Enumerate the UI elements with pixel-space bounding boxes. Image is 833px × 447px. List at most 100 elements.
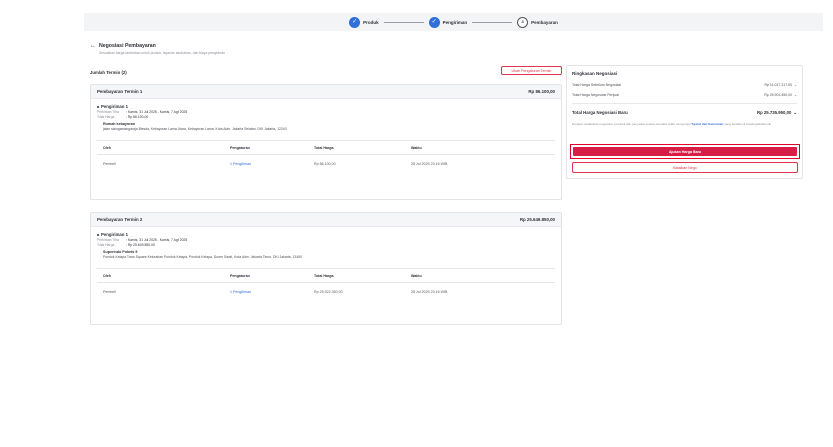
check-icon: ✓: [349, 16, 361, 28]
summary-label: Total Harga Negosiasi Penjual: [572, 93, 619, 97]
term-count: Jumlah Termin (2): [90, 70, 127, 75]
cell-time: 28 Jul 2025 23:16 WIB: [411, 162, 448, 166]
shipment-title-text: Pengiriman 1: [101, 104, 128, 109]
change-term-settings-button[interactable]: Ubah Pengaturan Termin: [501, 66, 562, 75]
chevron-down-icon[interactable]: ⌄: [793, 110, 797, 115]
col-by: Oleh: [103, 145, 111, 150]
cell-by: Pembeli: [103, 290, 116, 294]
total-label: Total Harga: [97, 243, 115, 247]
step-connector: [472, 21, 513, 23]
summary-value-text: Rp 25.901.450,00: [764, 93, 793, 97]
col-time: Waktu: [411, 145, 422, 150]
negotiation-table: Oleh Pengaturan Total Harga Waktu Pembel…: [97, 268, 555, 301]
term-card-1: Pembayaran Termin 1 Rp 86.100,00 Pengiri…: [90, 84, 562, 200]
arrow-left-icon[interactable]: ←: [90, 43, 96, 49]
step-label: Produk: [363, 19, 379, 25]
total-value: : Rp 86.100,00: [126, 115, 149, 119]
summary-total-label: Total Harga Negosiasi Baru: [572, 110, 628, 115]
table-header: Oleh Pengaturan Total Harga Waktu: [97, 141, 555, 155]
step-label: Pengiriman: [442, 19, 468, 25]
summary-total-value[interactable]: Rp 25.735.950,00 ⌄: [757, 110, 797, 116]
address-block: Superindo Pokets 9 Pondok Kelapa Town Sq…: [103, 250, 555, 259]
checkout-stepper: ✓ Produk ✓ Pengiriman 3 Pembayaran: [84, 13, 823, 31]
address-line: jalan sisingamangaraja Blesda, Kebayoran…: [103, 127, 287, 131]
summary-row-before: Total Harga Sebelum Negosiasi Rp 11.017.…: [572, 83, 797, 87]
terms-link[interactable]: Syarat dan Ketentuan: [692, 122, 724, 126]
eta-value: : Kamis, 31 Jul 2025 - Kamis, 7 Agt 2025: [126, 238, 188, 242]
summary-row-seller: Total Harga Negosiasi Penjual Rp 25.901.…: [572, 93, 797, 97]
address-block: Rumah kebayoran jalan sisingamangaraja B…: [103, 122, 555, 131]
submit-new-price-button[interactable]: Ajukan Harga Baru: [573, 147, 797, 156]
divider: [572, 103, 797, 104]
check-icon: ✓: [428, 16, 440, 28]
chevron-down-icon[interactable]: ⌄: [794, 83, 797, 87]
shipment-title: Pengiriman 1: [97, 232, 555, 237]
eta-row: Perkiraan Tiba : Kamis, 31 Jul 2025 - Kam…: [97, 238, 555, 242]
page-title: ← Negosiasi Pembayaran: [90, 43, 225, 49]
step-pembayaran[interactable]: 3 Pembayaran: [517, 16, 558, 28]
terms-note: Dengan melakukan negosiasi, pembeli dan …: [572, 122, 797, 126]
cancel-nego-button[interactable]: Batalkan Nego: [572, 162, 798, 173]
step-connector: [383, 21, 424, 23]
summary-value-text: Rp 11.017.217,00: [764, 83, 793, 87]
submit-highlight: Ajukan Harga Baru: [570, 144, 800, 159]
step-number: 3: [517, 16, 529, 28]
total-value: : Rp 25.649.850,00: [126, 243, 155, 247]
address-line: Pondok Kelapa Town Square Kelurahan Pond…: [103, 255, 302, 259]
term-card-header: Pembayaran Termin 1 Rp 86.100,00: [91, 85, 561, 99]
col-total: Total Harga: [314, 145, 334, 150]
note-text: yang berlaku di Katalog Elektronik: [723, 122, 771, 126]
summary-value[interactable]: Rp 11.017.217,00 ⌄: [764, 83, 797, 87]
chevron-down-icon[interactable]: ⌄: [794, 93, 797, 97]
col-setting: Pengaturan: [230, 273, 250, 278]
col-setting: Pengaturan: [230, 145, 250, 150]
eta-label: Perkiraan Tiba: [97, 110, 119, 114]
shipment-link[interactable]: 1 Pengiriman: [230, 290, 314, 294]
total-row: Total Harga : Rp 86.100,00: [97, 115, 555, 119]
shipment-link[interactable]: 1 Pengiriman: [230, 162, 314, 166]
bullet-icon: [97, 233, 99, 236]
summary-label: Total Harga Sebelum Negosiasi: [572, 83, 622, 87]
col-by: Oleh: [103, 273, 111, 278]
step-pengiriman[interactable]: ✓ Pengiriman: [428, 16, 468, 28]
summary-value[interactable]: Rp 25.901.450,00 ⌄: [764, 93, 797, 97]
step-produk[interactable]: ✓ Produk: [349, 16, 379, 28]
table-row: Pembeli 1 Pengiriman Rp 86.100,00 28 Jul…: [97, 155, 555, 173]
table-row: Pembeli 1 Pengiriman Rp 25.522.350,00 28…: [97, 283, 555, 301]
negotiation-summary: Ringkasan Negosiasi Total Harga Sebelum …: [566, 65, 803, 179]
address-name: Rumah kebayoran: [103, 122, 135, 126]
address-name: Superindo Pokets 9: [103, 250, 138, 254]
page-header: ← Negosiasi Pembayaran Sesuaikan harga t…: [90, 43, 225, 55]
eta-value: : Kamis, 31 Jul 2025 - Kamis, 7 Agt 2025: [126, 110, 188, 114]
step-label: Pembayaran: [531, 19, 558, 25]
term-title: Pembayaran Termin 1: [97, 89, 143, 94]
shipment-title-text: Pengiriman 1: [101, 232, 128, 237]
term-amount: Rp 86.100,00: [528, 89, 555, 94]
summary-total-text: Rp 25.735.950,00: [756, 110, 792, 115]
term-title: Pembayaran Termin 2: [97, 217, 143, 222]
cell-time: 28 Jul 2025 23:16 WIB: [411, 290, 448, 294]
eta-label: Perkiraan Tiba: [97, 238, 119, 242]
note-text: Dengan melakukan negosiasi, pembeli dan …: [572, 122, 692, 126]
negotiation-table: Oleh Pengaturan Total Harga Waktu Pembel…: [97, 140, 555, 173]
term-card-2: Pembayaran Termin 2 Rp 25.649.850,00 Pen…: [90, 212, 562, 325]
term-card-header: Pembayaran Termin 2 Rp 25.649.850,00: [91, 213, 561, 227]
term-amount: Rp 25.649.850,00: [519, 217, 555, 222]
bullet-icon: [97, 105, 99, 108]
cell-total: Rp 86.100,00: [314, 162, 336, 166]
total-row: Total Harga : Rp 25.649.850,00: [97, 243, 555, 247]
summary-row-new-total: Total Harga Negosiasi Baru Rp 25.735.950…: [572, 110, 797, 116]
shipment-block: Pengiriman 1 Perkiraan Tiba : Kamis, 31 J…: [91, 99, 561, 131]
table-header: Oleh Pengaturan Total Harga Waktu: [97, 269, 555, 283]
cell-total: Rp 25.522.350,00: [314, 290, 343, 294]
col-total: Total Harga: [314, 273, 334, 278]
cell-by: Pembeli: [103, 162, 116, 166]
shipment-title: Pengiriman 1: [97, 104, 555, 109]
page-title-text: Negosiasi Pembayaran: [99, 43, 156, 49]
eta-row: Perkiraan Tiba : Kamis, 31 Jul 2025 - Kam…: [97, 110, 555, 114]
col-time: Waktu: [411, 273, 422, 278]
total-label: Total Harga: [97, 115, 115, 119]
shipment-block: Pengiriman 1 Perkiraan Tiba : Kamis, 31 J…: [91, 227, 561, 259]
page-subtitle: Sesuaikan harga tambahan untuk produk, l…: [99, 51, 226, 55]
summary-title: Ringkasan Negosiasi: [572, 71, 618, 76]
